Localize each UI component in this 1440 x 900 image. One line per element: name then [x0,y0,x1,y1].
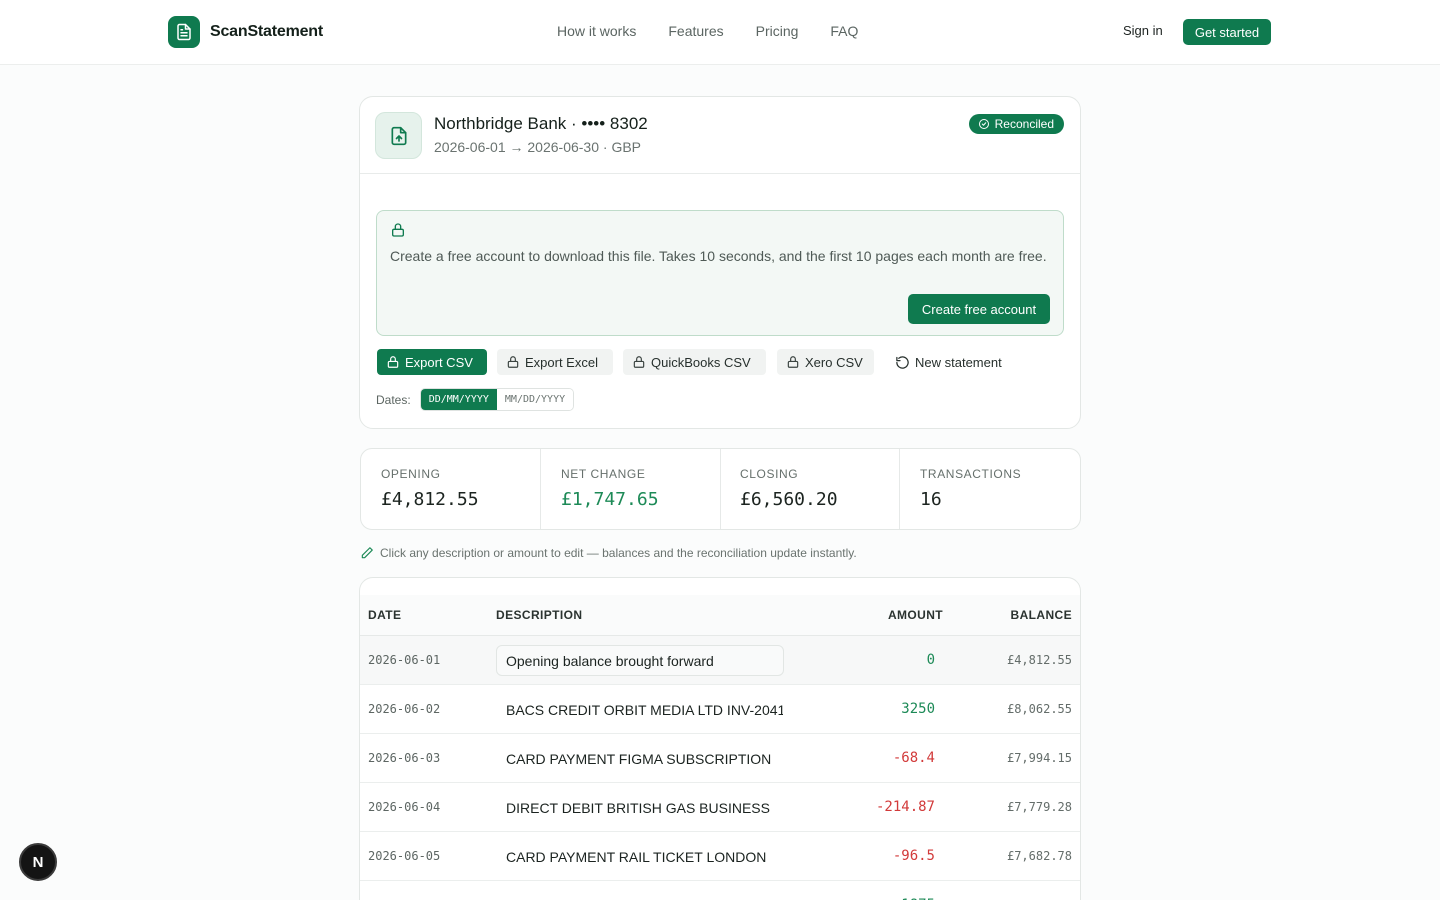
nav-how-it-works[interactable]: How it works [557,23,636,39]
cell-balance: £7,779.28 [1006,800,1072,814]
statement-period: 2026-06-01 → 2026-06-30 · GBP [434,139,642,155]
statement-header: Northbridge Bank · •••• 8302 2026-06-01 … [360,97,1080,174]
stat-net-change: NET CHANGE £1,747.65 [541,449,721,529]
pencil-icon [361,547,373,559]
export-csv-label: Export CSV [405,354,473,370]
cell-date: 2026-06-03 [368,751,441,765]
cell-description[interactable]: DIRECT DEBIT BRITISH GAS BUSINESS [496,792,784,823]
stat-opening: OPENING £4,812.55 [361,449,541,529]
date-format-toggle: DD/MM/YYYY MM/DD/YYYY [419,388,575,411]
stat-transactions: TRANSACTIONS 16 [900,449,1080,529]
statement-card: Northbridge Bank · •••• 8302 2026-06-01 … [359,96,1081,429]
stat-value: £6,560.20 [740,489,838,510]
cell-balance: £7,682.78 [1006,849,1072,863]
stat-label: NET CHANGE [561,467,646,481]
cell-date: 2026-06-05 [368,849,441,863]
table-row: 2026-06-06BACS CREDIT HALLOWAY & CO INV-… [360,881,1080,900]
download-notice: Create a free account to download this f… [376,210,1064,336]
cell-description[interactable]: CARD PAYMENT RAIL TICKET LONDON [496,841,784,872]
quickbooks-csv-button[interactable]: QuickBooks CSV [623,349,766,375]
date-format-mmddyyyy[interactable]: MM/DD/YYYY [496,389,574,410]
nav-features[interactable]: Features [668,23,723,39]
cell-description[interactable]: Opening balance brought forward [496,645,784,676]
table-row: 2026-06-03 CARD PAYMENT FIGMA SUBSCRIPTIO… [360,734,1080,783]
stat-value: £1,747.65 [561,489,659,510]
date-format-ddmmyyyy[interactable]: DD/MM/YYYY [420,389,497,410]
cell-date: 2026-06-04 [368,800,441,814]
lock-icon [392,223,404,237]
cell-balance: £8,062.55 [1006,702,1072,716]
dates-label: Dates: [376,392,411,407]
date-format-selector: Dates: DD/MM/YYYY MM/DD/YYYY [376,388,575,411]
stat-value: 16 [920,489,942,510]
export-csv-button[interactable]: Export CSV [377,349,487,375]
cell-amount[interactable]: -96.5 [893,848,935,864]
edit-hint: Click any description or amount to edit … [360,546,857,560]
table-row: 2026-06-05 CARD PAYMENT RAIL TICKET LONDO… [360,832,1080,881]
table-row: 2026-06-02 BACS CREDIT ORBIT MEDIA LTD IN… [360,685,1080,734]
document-icon [168,16,200,48]
lock-icon [787,356,799,368]
notice-text: Create a free account to download this f… [390,248,1047,264]
edit-hint-text: Click any description or amount to edit … [380,546,857,560]
lock-icon [633,356,645,368]
cell-amount[interactable]: 0 [927,652,935,668]
stat-value: £4,812.55 [381,489,479,510]
cell-date: 2026-06-01 [368,653,441,667]
lock-icon [507,356,519,368]
brand-name: ScanStatement [210,23,323,40]
export-excel-label: Export Excel [525,354,598,370]
stat-label: TRANSACTIONS [920,467,1022,481]
summary-stats: OPENING £4,812.55 NET CHANGE £1,747.65 C… [360,448,1081,530]
cell-description[interactable]: BACS CREDIT HALLOWAY & CO INV-2042 [496,890,784,900]
cell-amount[interactable]: -214.87 [876,799,935,815]
refresh-icon [896,355,909,369]
xero-csv-label: Xero CSV [805,354,863,370]
status-badge: Reconciled [968,114,1064,134]
column-description[interactable]: DESCRIPTION [496,608,582,622]
stat-closing: CLOSING £6,560.20 [720,449,900,529]
sign-in-link[interactable]: Sign in [1123,23,1163,38]
get-started-button[interactable]: Get started [1183,19,1271,45]
cell-balance: £7,994.15 [1006,751,1072,765]
column-balance[interactable]: BALANCE [1011,608,1072,622]
create-free-account-button[interactable]: Create free account [908,294,1050,324]
status-badge-label: Reconciled [994,117,1054,131]
stat-label: OPENING [381,467,441,481]
brand[interactable]: ScanStatement [168,16,323,48]
table-header: DATE DESCRIPTION AMOUNT BALANCE [360,595,1080,636]
file-upload-icon [375,112,422,159]
cell-amount[interactable]: -68.4 [893,750,935,766]
new-statement-label: New statement [915,354,1002,370]
cell-balance: £4,812.55 [1006,653,1072,667]
cell-date: 2026-06-02 [368,702,441,716]
bank-account-title: Northbridge Bank · •••• 8302 [434,114,648,133]
stat-label: CLOSING [740,467,799,481]
top-navigation: ScanStatement How it works Features Pric… [0,0,1440,65]
cell-description[interactable]: CARD PAYMENT FIGMA SUBSCRIPTION [496,743,784,774]
export-excel-button[interactable]: Export Excel [497,349,613,375]
check-circle-icon [978,119,989,129]
cell-amount[interactable]: 3250 [901,701,935,717]
main-nav: How it works Features Pricing FAQ [557,23,858,39]
column-date[interactable]: DATE [368,608,401,622]
column-amount[interactable]: AMOUNT [888,608,943,622]
quickbooks-csv-label: QuickBooks CSV [651,354,751,370]
table-row: 2026-06-01 Opening balance brought forwar… [360,636,1080,685]
cell-description[interactable]: BACS CREDIT ORBIT MEDIA LTD INV-2041 [496,694,784,725]
nav-faq[interactable]: FAQ [830,23,858,39]
new-statement-button[interactable]: New statement [886,349,1012,375]
table-row: 2026-06-04 DIRECT DEBIT BRITISH GAS BUSIN… [360,783,1080,832]
nav-pricing[interactable]: Pricing [756,23,799,39]
xero-csv-button[interactable]: Xero CSV [777,349,874,375]
lock-icon [387,356,399,368]
dev-tools-button[interactable]: N [19,843,57,881]
transactions-table: DATE DESCRIPTION AMOUNT BALANCE 2026-06-… [359,577,1081,900]
